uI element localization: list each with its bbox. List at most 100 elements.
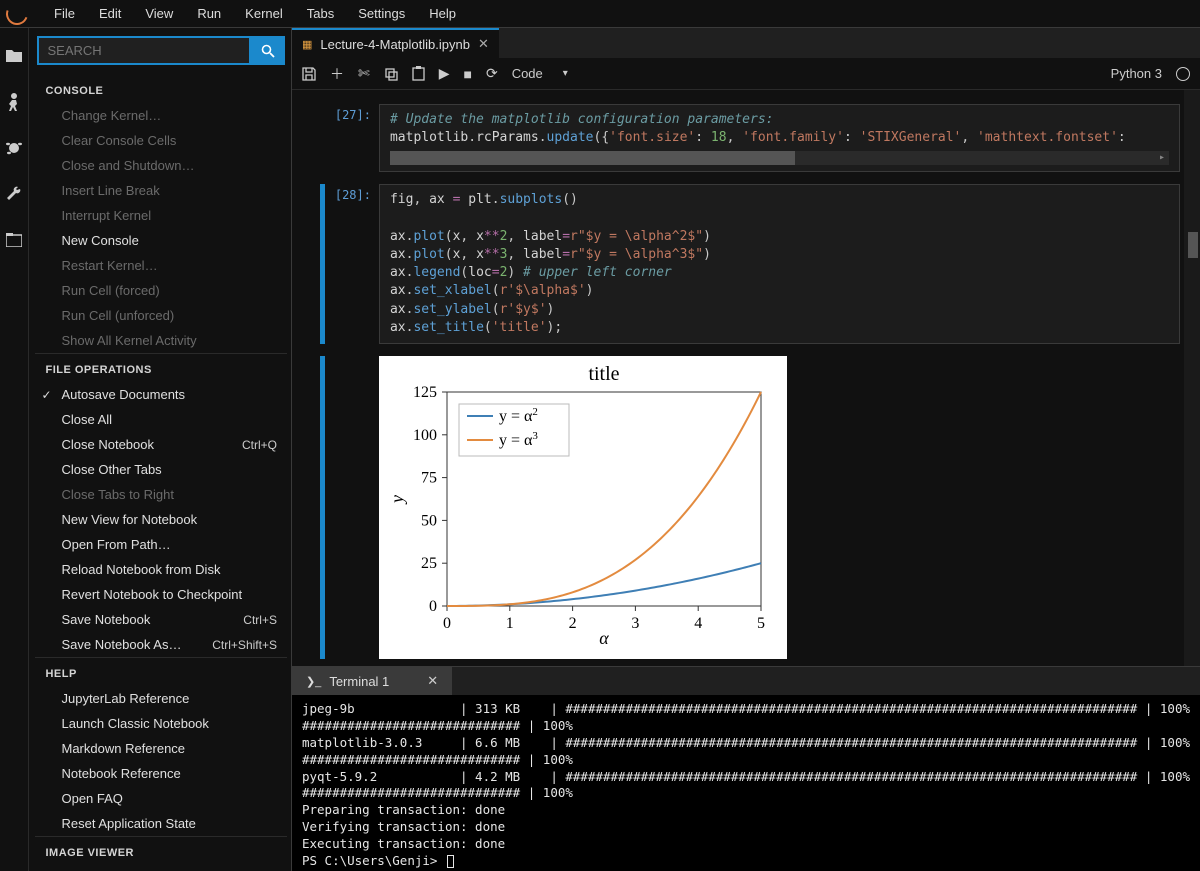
svg-text:y = α2: y = α2 (499, 406, 538, 425)
command-item[interactable]: Close All (35, 407, 286, 432)
command-label: Close All (61, 412, 112, 427)
jupyter-logo (2, 0, 31, 28)
command-label: Save Notebook As… (61, 637, 181, 652)
running-tab-icon[interactable] (4, 92, 24, 112)
svg-text:4: 4 (694, 615, 702, 632)
command-label: Close and Shutdown… (61, 158, 194, 173)
command-item: Run Cell (unforced) (35, 303, 286, 328)
svg-text:y: y (387, 495, 407, 505)
kernel-name[interactable]: Python 3 (1111, 66, 1162, 81)
celltype-dropdown[interactable]: Code ▾ (512, 66, 568, 81)
terminal-icon: ❯_ (306, 675, 321, 688)
add-cell-icon[interactable]: ＋ (330, 64, 344, 84)
command-label: New View for Notebook (61, 512, 197, 527)
menu-view[interactable]: View (133, 1, 185, 26)
main-area: ▦ Lecture-4-Matplotlib.ipynb ✕ ＋ ✄ ▶ ■ ⟳… (292, 28, 1200, 871)
cut-icon[interactable]: ✄ (358, 65, 370, 82)
paste-icon[interactable] (412, 66, 425, 81)
command-item[interactable]: New Console (35, 228, 286, 253)
menu-kernel[interactable]: Kernel (233, 1, 295, 26)
terminal-tab[interactable]: ❯_ Terminal 1 ✕ (292, 667, 452, 695)
command-label: Revert Notebook to Checkpoint (61, 587, 242, 602)
check-icon: ✓ (41, 388, 51, 402)
command-label: Open FAQ (61, 791, 122, 806)
tab-filename: Lecture-4-Matplotlib.ipynb (320, 37, 470, 52)
commands-tab-icon[interactable] (4, 138, 24, 158)
svg-text:25: 25 (421, 555, 437, 572)
command-label: Run Cell (unforced) (61, 308, 174, 323)
command-label: Insert Line Break (61, 183, 159, 198)
command-shortcut: Ctrl+Q (242, 438, 277, 452)
menu-run[interactable]: Run (185, 1, 233, 26)
notebook-body[interactable]: [27]: # Update the matplotlib configurat… (292, 90, 1200, 666)
command-item[interactable]: Launch Classic Notebook (35, 711, 286, 736)
terminal-cursor (447, 855, 454, 868)
close-icon[interactable]: ✕ (478, 36, 489, 52)
terminal-body[interactable]: jpeg-9b | 313 KB | #####################… (292, 695, 1200, 871)
search-button[interactable] (251, 36, 285, 65)
restart-icon[interactable]: ⟳ (486, 65, 498, 82)
command-item[interactable]: Open From Path… (35, 532, 286, 557)
command-label: Launch Classic Notebook (61, 716, 208, 731)
section-header: CONSOLE (35, 75, 286, 103)
notebook-tab[interactable]: ▦ Lecture-4-Matplotlib.ipynb ✕ (292, 28, 499, 58)
command-item[interactable]: New View for Notebook (35, 507, 286, 532)
command-label: Markdown Reference (61, 741, 185, 756)
activity-bar (0, 28, 29, 871)
command-item[interactable]: JupyterLab Reference (35, 686, 286, 711)
cell-prompt: [27]: (331, 104, 379, 122)
command-label: Save Notebook (61, 612, 150, 627)
command-item[interactable]: Reset Application State (35, 811, 286, 836)
run-icon[interactable]: ▶ (439, 65, 450, 82)
notebook-icon: ▦ (302, 38, 312, 51)
menu-bar: File Edit View Run Kernel Tabs Settings … (0, 0, 1200, 28)
menu-settings[interactable]: Settings (346, 1, 417, 26)
command-item[interactable]: Save Notebook As… Ctrl+Shift+S (35, 632, 286, 657)
terminal-title: Terminal 1 (329, 674, 389, 689)
command-shortcut: Ctrl+Shift+S (212, 638, 277, 652)
search-input[interactable] (37, 36, 250, 65)
command-item: Change Kernel… (35, 103, 286, 128)
save-icon[interactable] (302, 67, 316, 81)
command-label: Restart Kernel… (61, 258, 157, 273)
code-cell[interactable]: fig, ax = plt.subplots() ax.plot(x, x**2… (379, 184, 1180, 344)
command-label: Close Notebook (61, 437, 154, 452)
horizontal-scrollbar[interactable]: ◂▸ (390, 151, 1169, 165)
command-item[interactable]: Reload Notebook from Disk (35, 557, 286, 582)
command-item[interactable]: Revert Notebook to Checkpoint (35, 582, 286, 607)
copy-icon[interactable] (384, 67, 398, 81)
section-header: IMAGE VIEWER (35, 836, 286, 865)
command-item: Insert Line Break (35, 178, 286, 203)
vertical-scrollbar[interactable] (1184, 90, 1200, 666)
kernel-status-icon[interactable] (1176, 67, 1190, 81)
menu-tabs[interactable]: Tabs (295, 1, 346, 26)
tabs-tab-icon[interactable] (4, 230, 24, 250)
stop-icon[interactable]: ■ (463, 66, 471, 82)
command-label: Reset Application State (61, 816, 195, 831)
files-tab-icon[interactable] (4, 46, 24, 66)
tools-tab-icon[interactable] (4, 184, 24, 204)
command-label: Interrupt Kernel (61, 208, 151, 223)
section-header: HELP (35, 657, 286, 686)
svg-text:50: 50 (421, 512, 437, 529)
svg-text:75: 75 (421, 469, 437, 486)
command-label: Reload Notebook from Disk (61, 562, 220, 577)
command-item[interactable]: Close Other Tabs (35, 457, 286, 482)
close-icon[interactable]: ✕ (427, 673, 438, 689)
menu-file[interactable]: File (42, 1, 87, 26)
command-item[interactable]: Save NotebookCtrl+S (35, 607, 286, 632)
command-label: Change Kernel… (61, 108, 161, 123)
plot-output: 0123450255075100125titleαyy = α2y = α3 (379, 356, 787, 659)
command-item[interactable]: Markdown Reference (35, 736, 286, 761)
command-item: Run Cell (forced) (35, 278, 286, 303)
code-cell[interactable]: # Update the matplotlib configuration pa… (379, 104, 1180, 172)
command-label: Show All Kernel Activity (61, 333, 196, 348)
menu-help[interactable]: Help (417, 1, 468, 26)
command-item[interactable]: ✓Autosave Documents (35, 382, 286, 407)
command-item[interactable]: Open FAQ (35, 786, 286, 811)
celltype-label: Code (512, 66, 543, 81)
command-item[interactable]: Notebook Reference (35, 761, 286, 786)
menu-edit[interactable]: Edit (87, 1, 133, 26)
svg-text:α: α (599, 628, 609, 648)
command-item[interactable]: Close Notebook Ctrl+Q (35, 432, 286, 457)
